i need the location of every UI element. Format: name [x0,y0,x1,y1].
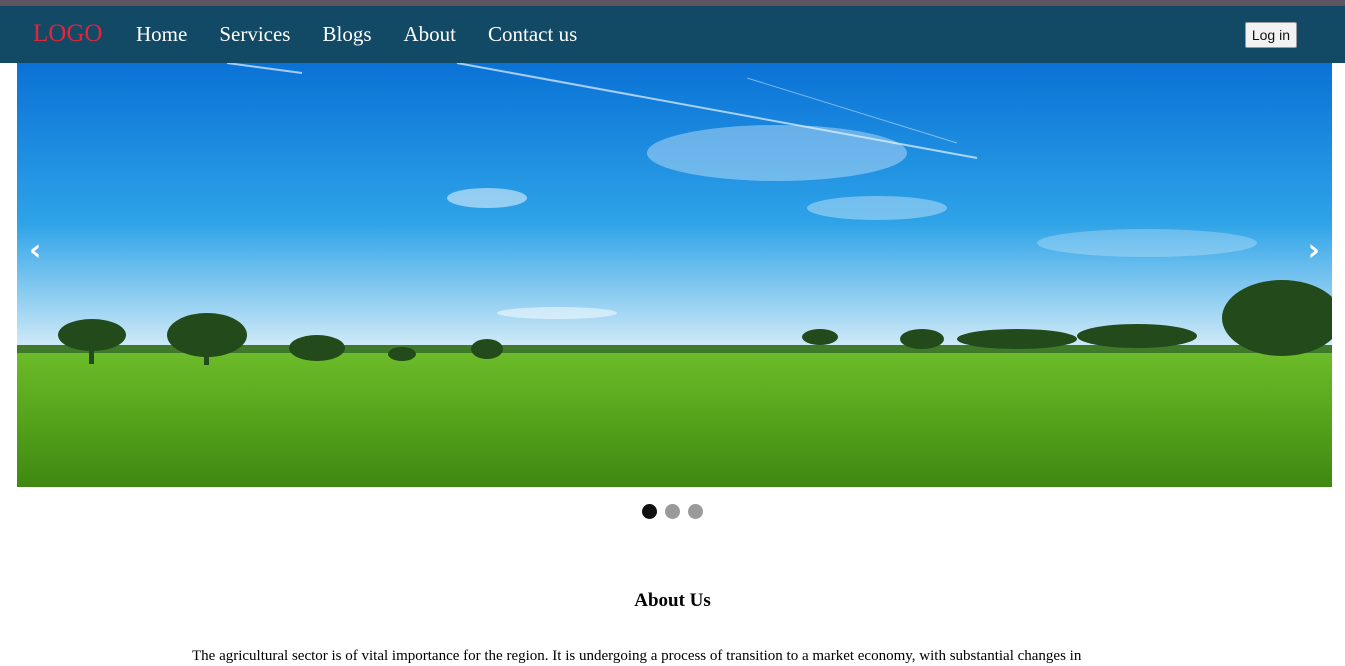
slide-image [17,63,1332,487]
slider-next-button[interactable]: › [1308,233,1320,268]
logo[interactable]: LOGO [33,20,102,48]
hero-slider: ‹ › [17,63,1332,487]
nav-link-about[interactable]: About [388,22,473,47]
about-text: The agricultural sector is of vital impo… [192,648,1082,664]
slider-dots [0,504,1345,519]
navbar: LOGO Home Services Blogs About Contact u… [0,6,1345,63]
nav-link-blogs[interactable]: Blogs [306,22,387,47]
slider-dot-2[interactable] [665,504,680,519]
slider-prev-button[interactable]: ‹ [29,233,41,268]
slider-dot-3[interactable] [688,504,703,519]
nav-link-services[interactable]: Services [203,22,306,47]
nav-link-home[interactable]: Home [120,22,203,47]
about-title: About Us [634,590,711,611]
nav-link-contact[interactable]: Contact us [472,22,593,47]
login-button[interactable]: Log in [1244,22,1297,48]
slider-dot-1[interactable] [642,504,657,519]
nav-links: Home Services Blogs About Contact us [120,6,593,63]
